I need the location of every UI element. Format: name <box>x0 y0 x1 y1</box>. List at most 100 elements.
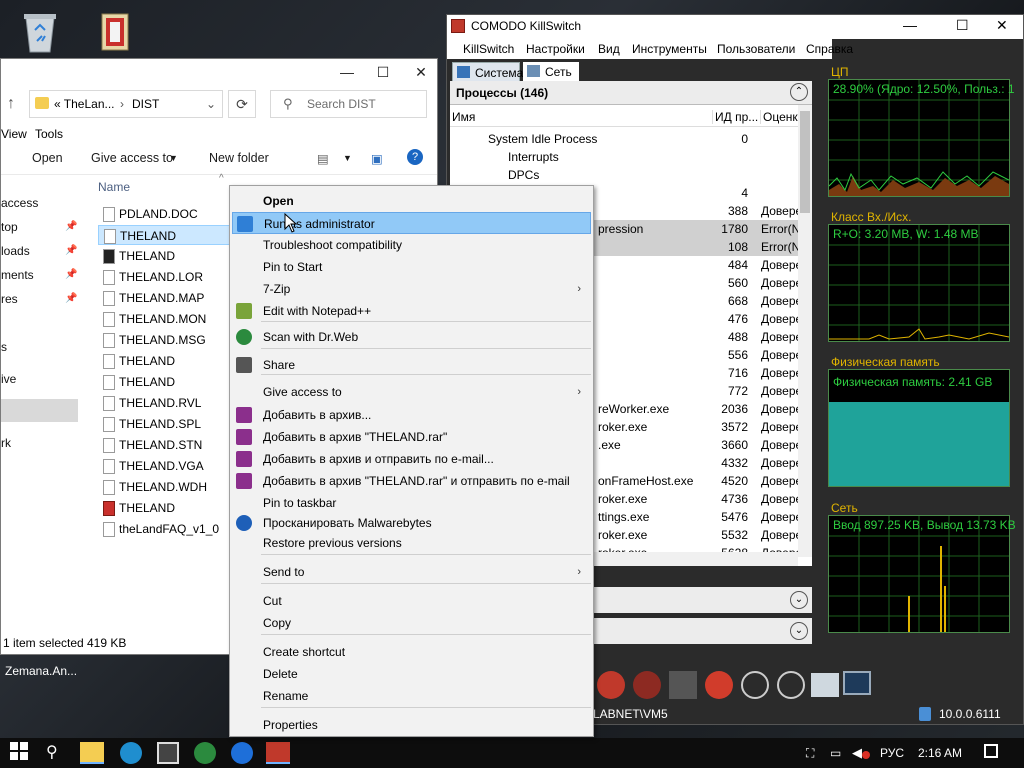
file-item[interactable]: THELAND.MON <box>98 309 230 329</box>
store-icon[interactable] <box>157 742 179 764</box>
give-access-button[interactable]: Give access to <box>91 151 173 165</box>
nav-item[interactable]: s <box>1 340 7 354</box>
column-name-header[interactable]: Name <box>98 180 130 194</box>
menu-item[interactable]: Create shortcut <box>232 641 591 663</box>
expand-icon[interactable]: ⌄ <box>790 591 808 609</box>
tab-system[interactable]: Система <box>452 62 523 82</box>
search-input[interactable]: Search DIST <box>307 97 376 111</box>
nav-item[interactable]: res <box>1 292 18 306</box>
menu-item[interactable]: Pin to taskbar <box>232 492 591 514</box>
menu-killswitch[interactable]: KillSwitch <box>463 42 514 56</box>
recycle-bin-icon[interactable] <box>18 8 66 56</box>
nav-item[interactable]: rk <box>1 436 11 450</box>
menu-item[interactable]: Просканировать Malwarebytes <box>232 512 591 534</box>
explorer-titlebar[interactable]: — ☐ ✕ <box>1 59 437 85</box>
preview-pane-icon[interactable]: ▣ <box>371 151 383 166</box>
file-item[interactable]: THELAND.VGA <box>98 456 230 476</box>
chevron-down-icon[interactable]: ⌄ <box>206 97 216 111</box>
menu-item[interactable]: Open <box>232 190 591 212</box>
tool-icon[interactable] <box>597 671 625 699</box>
security-tray-icon[interactable] <box>862 751 870 759</box>
process-row[interactable]: System Idle Process 0 <box>450 130 798 148</box>
menu-item[interactable]: Properties <box>232 714 591 736</box>
file-item[interactable]: THELAND.RVL <box>98 393 230 413</box>
tool-icon[interactable] <box>633 671 661 699</box>
menu-item[interactable]: Rename <box>232 685 591 707</box>
menu-tools[interactable]: Инструменты <box>632 42 707 56</box>
address-segment[interactable]: « TheLan... <box>54 97 115 111</box>
file-item[interactable]: THELAND.WDH <box>98 477 230 497</box>
search-icon[interactable]: ⚲ <box>46 742 68 764</box>
up-arrow-icon[interactable]: ↑ <box>7 95 15 113</box>
killswitch-taskbar-icon[interactable] <box>266 742 290 764</box>
file-item[interactable]: THELAND.MAP <box>98 288 230 308</box>
menu-item[interactable]: Troubleshoot compatibility <box>232 234 591 256</box>
maximize-button[interactable]: ☐ <box>956 17 969 34</box>
refresh-button[interactable]: ⟳ <box>228 90 256 118</box>
menu-item[interactable]: Delete <box>232 663 591 685</box>
menu-view[interactable]: View <box>1 127 27 141</box>
window-tool-icon[interactable] <box>811 673 839 697</box>
chevron-down-icon[interactable]: ▼ <box>169 153 178 163</box>
new-folder-button[interactable]: New folder <box>209 151 269 165</box>
file-item[interactable]: THELAND.SPL <box>98 414 230 434</box>
nav-item[interactable]: top <box>1 220 18 234</box>
col-pid[interactable]: ИД пр... <box>712 110 758 124</box>
collapse-icon[interactable]: ⌃ <box>790 83 808 101</box>
menu-item[interactable]: Добавить в архив... <box>232 404 591 426</box>
menu-settings[interactable]: Настройки <box>526 42 585 56</box>
menu-item[interactable]: Share <box>232 354 591 376</box>
monitor-icon[interactable] <box>843 671 871 695</box>
file-item[interactable]: THELAND <box>98 225 230 245</box>
scroll-thumb[interactable] <box>800 111 810 213</box>
nav-item[interactable]: loads <box>1 244 30 258</box>
tab-network[interactable]: Сеть <box>523 62 579 82</box>
nav-item[interactable]: ments <box>1 268 34 282</box>
menu-item[interactable]: 7-Zip › <box>232 278 591 300</box>
drweb-taskbar-icon[interactable] <box>194 742 216 764</box>
menu-item[interactable]: Добавить в архив "THELAND.rar" <box>232 426 591 448</box>
minimize-button[interactable]: — <box>327 59 367 85</box>
menu-item[interactable]: Pin to Start <box>232 256 591 278</box>
view-options-icon[interactable]: ▤ <box>317 151 329 166</box>
pin-icon[interactable]: 📌 <box>65 269 77 280</box>
killswitch-titlebar[interactable]: COMODO KillSwitch — ☐ ✕ <box>447 15 1023 39</box>
file-item[interactable]: THELAND <box>98 351 230 371</box>
file-item[interactable]: THELAND <box>98 372 230 392</box>
col-name[interactable]: Имя <box>452 110 475 124</box>
notification-icon[interactable] <box>984 744 998 758</box>
ccleaner-icon[interactable] <box>231 742 253 764</box>
menu-item[interactable]: Restore previous versions <box>232 532 591 554</box>
magnifier-icon[interactable] <box>741 671 769 699</box>
menu-item[interactable]: Send to › <box>232 561 591 583</box>
processes-header[interactable]: Процессы (146) ⌃ <box>450 81 812 105</box>
expand-icon[interactable]: ⌄ <box>790 622 808 640</box>
menu-item[interactable]: Edit with Notepad++ <box>232 300 591 322</box>
minimize-button[interactable]: — <box>903 17 917 33</box>
file-item[interactable]: THELAND <box>98 498 230 518</box>
network-tray-icon[interactable]: ▭ <box>830 746 841 760</box>
menu-item[interactable]: Copy <box>232 612 591 634</box>
open-button[interactable]: Open <box>32 151 63 165</box>
file-item[interactable]: PDLAND.DOC <box>98 204 230 224</box>
language-indicator[interactable]: РУС <box>880 746 904 760</box>
vertical-scrollbar[interactable] <box>798 105 812 557</box>
menu-help[interactable]: Справка <box>806 42 853 56</box>
magnifier-icon[interactable] <box>777 671 805 699</box>
nav-item-selected[interactable] <box>1 399 78 422</box>
process-row[interactable]: DPCs <box>450 166 798 184</box>
start-button-icon[interactable] <box>10 742 32 764</box>
help-icon[interactable]: ? <box>407 149 423 165</box>
people-icon[interactable]: ⛶ <box>806 746 814 761</box>
file-item[interactable]: THELAND <box>98 246 230 266</box>
maximize-button[interactable]: ☐ <box>363 59 403 85</box>
file-explorer-taskbar-icon[interactable] <box>80 742 104 764</box>
volume-icon[interactable]: ◀ <box>852 745 862 761</box>
zemana-window-label[interactable]: Zemana.An... <box>5 664 77 678</box>
tool-icon[interactable] <box>705 671 733 699</box>
menu-users[interactable]: Пользователи <box>717 42 795 56</box>
file-item[interactable]: THELAND.LOR <box>98 267 230 287</box>
close-button[interactable]: ✕ <box>401 59 437 85</box>
edge-icon[interactable] <box>120 742 142 764</box>
address-bar[interactable]: « TheLan... › DIST ⌄ <box>29 90 223 118</box>
